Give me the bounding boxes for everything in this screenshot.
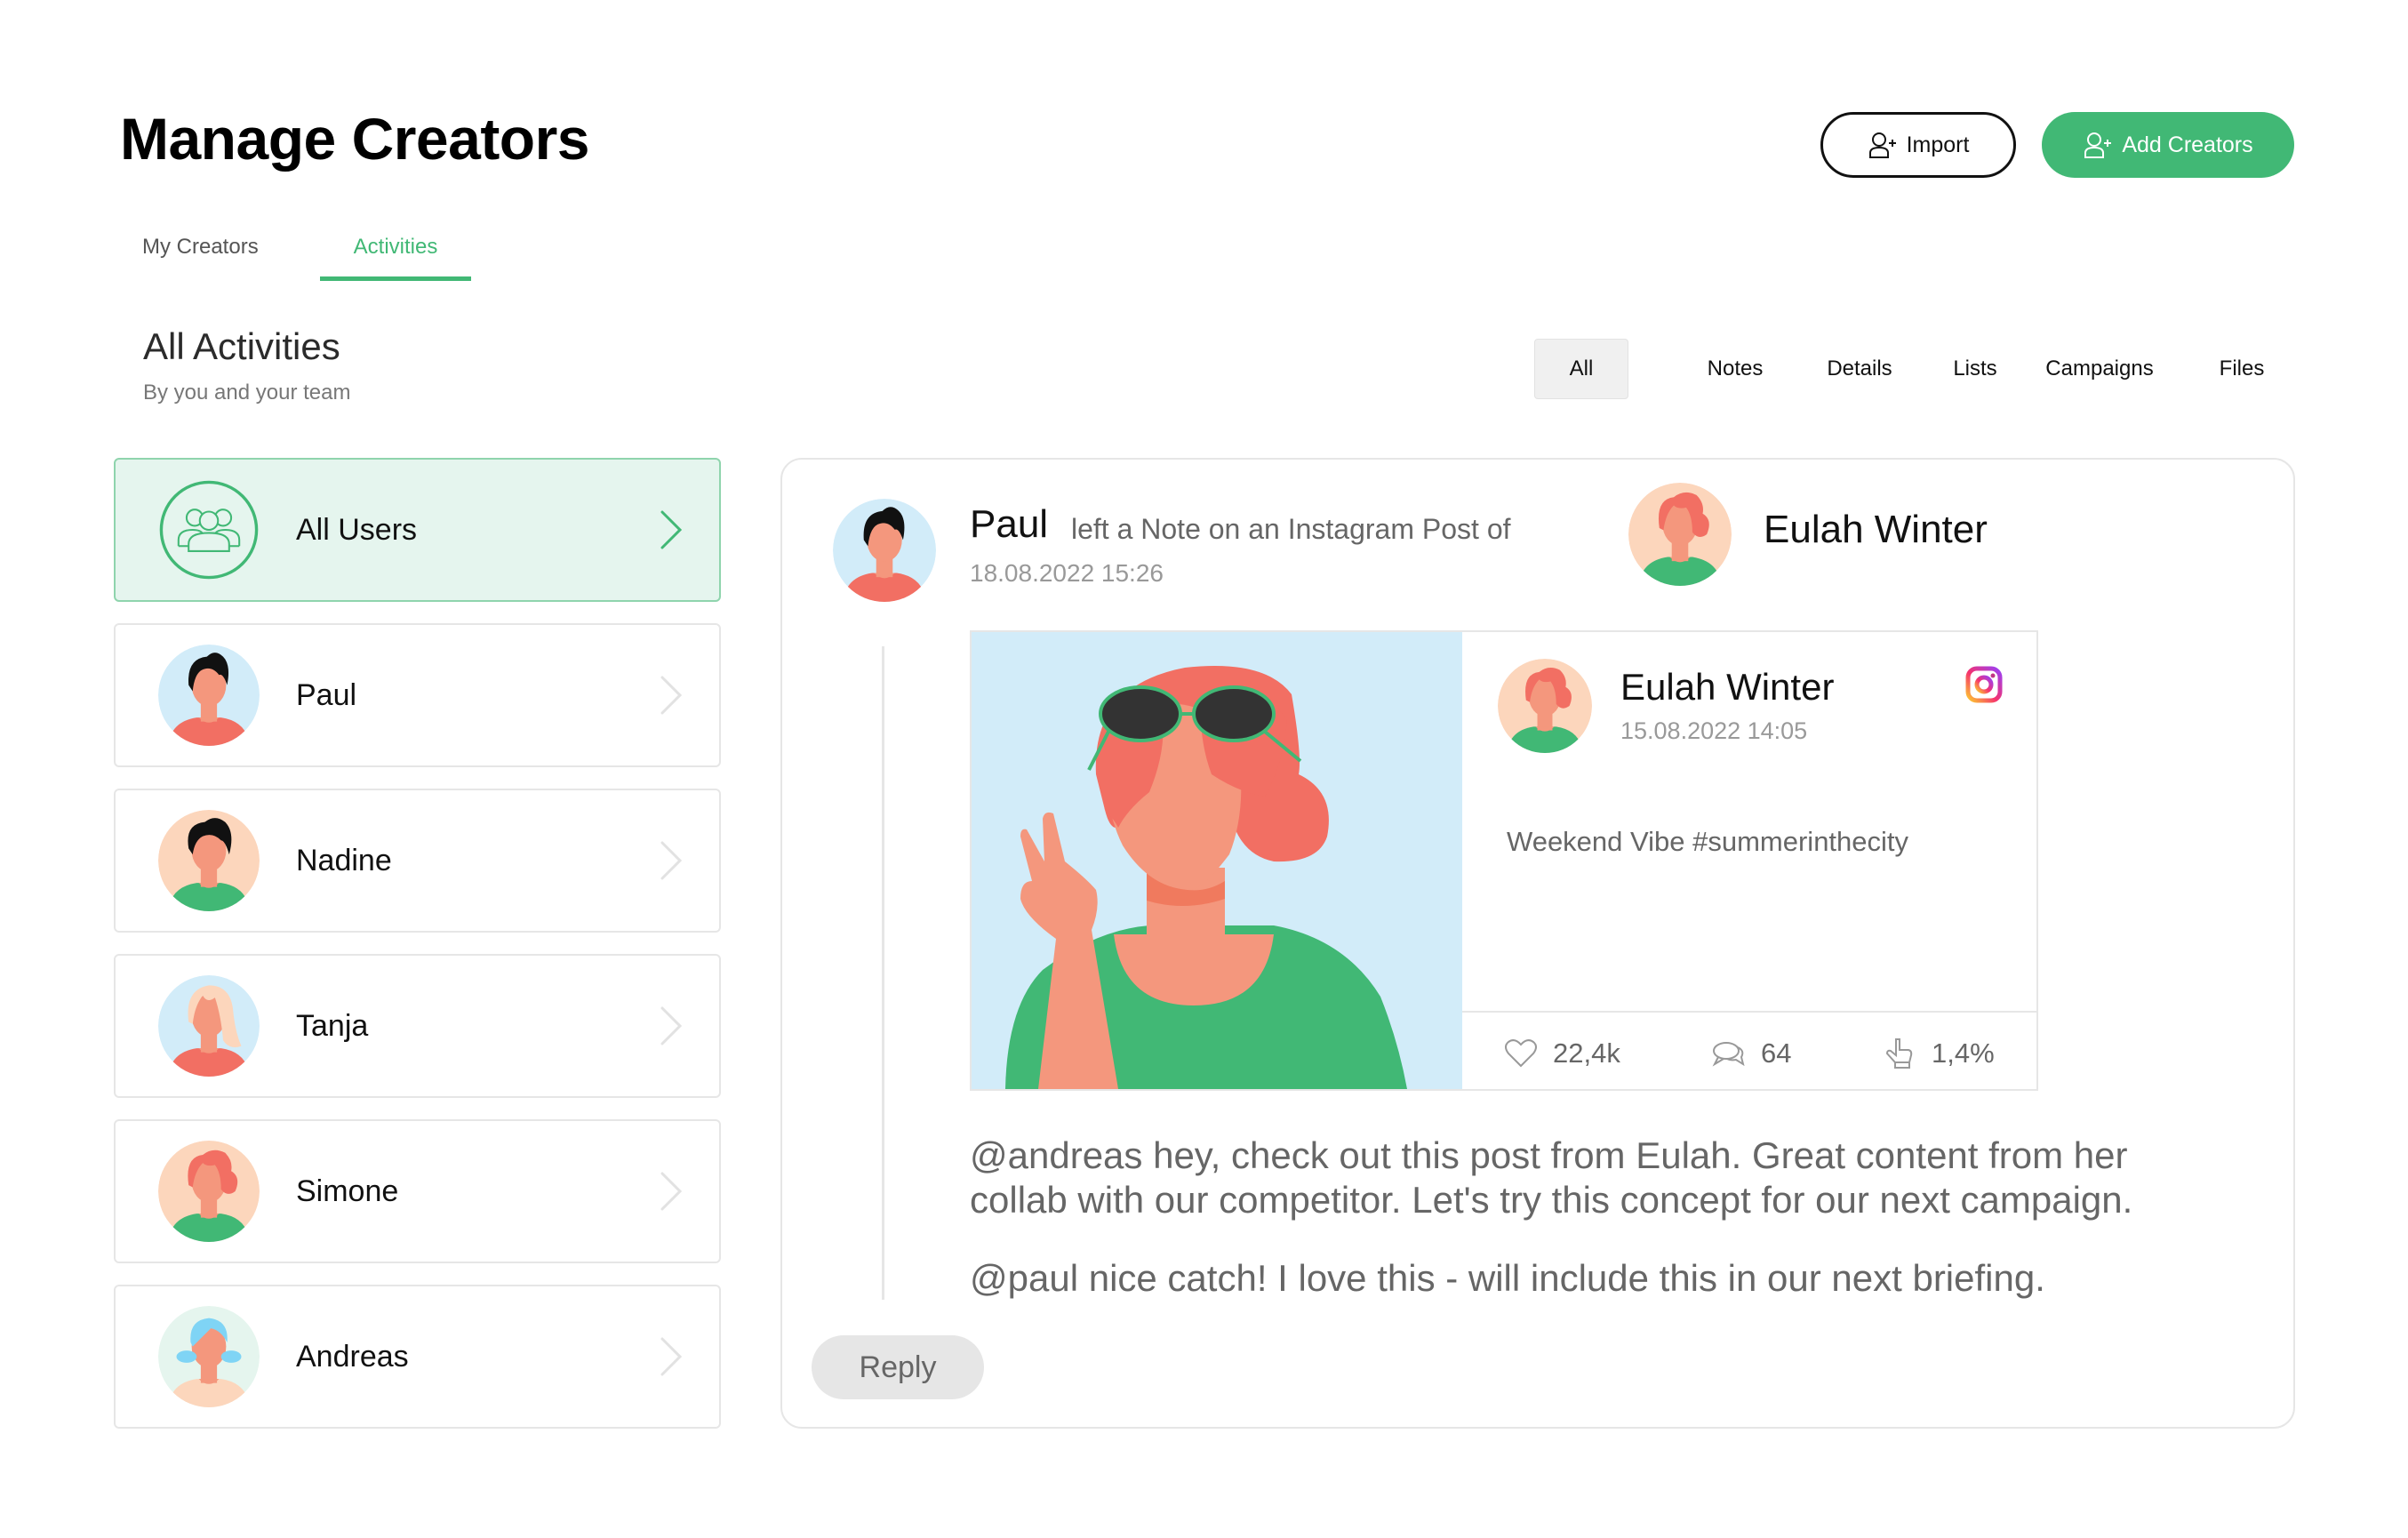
import-button[interactable]: Import — [1820, 112, 2016, 178]
user-name: Tanja — [296, 1008, 369, 1043]
avatar-nadine-icon — [158, 810, 260, 911]
activity-target-link[interactable]: Eulah Winter — [1764, 508, 1988, 552]
section-title: All Activities — [143, 325, 340, 367]
avatar-eulah-icon — [1498, 659, 1592, 753]
comments-stat: 64 — [1711, 1036, 1791, 1071]
chevron-right-icon — [660, 841, 683, 880]
avatar-tanja-icon — [158, 975, 260, 1077]
avatar-paul-icon — [158, 645, 260, 746]
tab-activities[interactable]: Activities — [320, 229, 471, 281]
comment-bubbles-icon — [1712, 1042, 1745, 1067]
chevron-right-icon — [660, 676, 683, 715]
heart-icon — [1505, 1039, 1537, 1068]
main-tabs: My Creators Activities — [142, 229, 471, 281]
add-creators-button[interactable]: Add Creators — [2042, 112, 2294, 178]
chevron-right-icon — [660, 510, 683, 549]
instagram-post-card[interactable]: Eulah Winter 15.08.2022 14:05 Weekend Vi… — [970, 630, 2038, 1091]
filter-notes[interactable]: Notes — [1682, 339, 1788, 399]
post-image — [972, 632, 1462, 1089]
user-name: Simone — [296, 1174, 399, 1208]
user-item-simone[interactable]: Simone — [114, 1119, 721, 1263]
chevron-right-icon — [660, 1006, 683, 1045]
avatar-eulah-icon[interactable] — [1628, 483, 1732, 586]
user-name: All Users — [296, 512, 418, 547]
activity-filters: All Notes Details Lists Campaigns Files — [1534, 339, 2277, 399]
post-stats: 22,4k 64 1,4% — [1462, 1011, 2036, 1089]
user-item-andreas[interactable]: Andreas — [114, 1285, 721, 1429]
page-title: Manage Creators — [120, 106, 590, 172]
comment-text: @paul nice catch! I love this - will inc… — [970, 1257, 2045, 1299]
add-creators-label: Add Creators — [2122, 132, 2253, 157]
section-subtitle: By you and your team — [143, 380, 351, 405]
user-name: Andreas — [296, 1339, 409, 1374]
activity-user-link[interactable]: Paul — [970, 502, 1048, 547]
user-plus-icon — [1868, 132, 1896, 158]
activity-card: Paul left a Note on an Instagram Post of… — [780, 458, 2295, 1429]
instagram-icon — [1965, 666, 2003, 703]
user-item-nadine[interactable]: Nadine — [114, 789, 721, 933]
likes-stat: 22,4k — [1503, 1036, 1620, 1071]
tab-my-creators[interactable]: My Creators — [142, 229, 320, 281]
post-caption: Weekend Vibe #summerinthecity — [1507, 826, 1909, 857]
filter-campaigns[interactable]: Campaigns — [2037, 339, 2162, 399]
pointing-hand-icon — [1885, 1038, 1913, 1069]
user-list: All Users Paul Nadine Tanja Simone Andre… — [114, 458, 721, 1450]
import-label: Import — [1906, 132, 1970, 157]
comments-count: 64 — [1761, 1037, 1792, 1069]
filter-lists[interactable]: Lists — [1931, 339, 2020, 399]
avatar-simone-icon — [158, 1141, 260, 1242]
post-author: Eulah Winter — [1620, 666, 1835, 708]
thread-line — [882, 646, 884, 1300]
user-item-paul[interactable]: Paul — [114, 623, 721, 767]
post-timestamp: 15.08.2022 14:05 — [1620, 717, 1808, 744]
user-name: Nadine — [296, 843, 392, 877]
user-name: Paul — [296, 677, 357, 712]
filter-all[interactable]: All — [1534, 339, 1628, 399]
user-item-all-users[interactable]: All Users — [114, 458, 721, 602]
post-illustration — [972, 632, 1462, 1089]
reply-button[interactable]: Reply — [812, 1335, 984, 1399]
filter-files[interactable]: Files — [2206, 339, 2277, 399]
users-group-icon — [159, 480, 259, 580]
comment-text: @andreas hey, check out this post from E… — [970, 1134, 2133, 1221]
user-item-tanja[interactable]: Tanja — [114, 954, 721, 1098]
activity-timestamp: 18.08.2022 15:26 — [970, 559, 1164, 587]
avatar-andreas-icon — [158, 1306, 260, 1407]
likes-count: 22,4k — [1553, 1037, 1620, 1069]
user-plus-icon — [2084, 132, 2112, 158]
engagement-stat: 1,4% — [1882, 1036, 1995, 1071]
engagement-rate: 1,4% — [1932, 1037, 1995, 1069]
chevron-right-icon — [660, 1172, 683, 1211]
filter-details[interactable]: Details — [1806, 339, 1913, 399]
chevron-right-icon — [660, 1337, 683, 1376]
activity-description: left a Note on an Instagram Post of — [1071, 513, 1511, 545]
avatar-paul-icon — [833, 499, 936, 602]
